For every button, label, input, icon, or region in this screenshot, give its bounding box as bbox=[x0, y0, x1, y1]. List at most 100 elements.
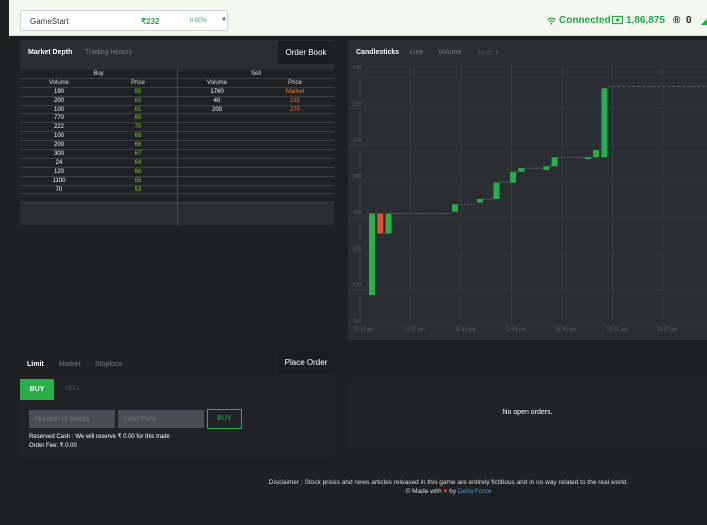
stock-change: 0.00% bbox=[190, 18, 208, 24]
limit-price-input[interactable] bbox=[118, 410, 204, 428]
sell-price: 270 bbox=[289, 106, 300, 113]
candle bbox=[493, 182, 500, 199]
buy-volume: 300 bbox=[53, 151, 64, 158]
place-order-button[interactable]: Place Order bbox=[278, 352, 334, 374]
candle bbox=[476, 199, 483, 203]
buy-price: 70 bbox=[134, 124, 142, 131]
x-tick-label: 12:07 am bbox=[657, 327, 678, 333]
buy-price: 80 bbox=[134, 115, 142, 122]
tab-limit[interactable]: Limit bbox=[27, 361, 44, 368]
buy-tab[interactable]: BUY bbox=[20, 379, 54, 400]
candle bbox=[518, 168, 525, 172]
order-fee-text: Order Fee: ₹ 0.00 bbox=[29, 443, 77, 449]
candle bbox=[385, 213, 392, 234]
tab-market-depth[interactable]: Market Depth bbox=[28, 49, 72, 56]
candle bbox=[510, 171, 517, 183]
x-tick-label: 11:43 pm bbox=[455, 327, 475, 333]
candlestick-chart[interactable]: 24022020018016014012010011:31 pm 11:37 pm… bbox=[348, 64, 707, 340]
chart-icon[interactable]: ◢ bbox=[701, 17, 707, 26]
buy-header: Buy bbox=[93, 71, 104, 77]
rank-value: 0 bbox=[686, 15, 692, 26]
candle bbox=[543, 166, 550, 170]
x-tick-label: 12:01 am bbox=[607, 327, 628, 333]
candle bbox=[369, 213, 375, 296]
column-header: Price bbox=[288, 79, 302, 86]
order-book-button[interactable]: Order Book bbox=[278, 41, 334, 64]
reserved-cash-text: Reserved Cash : We will reserve ₹ 0.00 f… bbox=[29, 434, 170, 440]
buy-volume: 200 bbox=[53, 142, 64, 149]
sell-price: Market bbox=[285, 88, 305, 95]
candle bbox=[377, 213, 384, 234]
buy-volume: 70 bbox=[55, 186, 63, 193]
buy-price: 68 bbox=[134, 142, 142, 149]
x-tick-label: 11:49 pm bbox=[506, 327, 526, 333]
top-bar: GameStart ₹232 0.00% ▼ Connected 1,86,87… bbox=[0, 0, 707, 36]
candle bbox=[584, 157, 591, 160]
open-orders-panel: No open orders. bbox=[348, 380, 707, 446]
column-header: Volume bbox=[206, 79, 227, 86]
buy-price: 55 bbox=[134, 177, 142, 184]
market-depth-panel: Market Depth Trading History Buy Sell Volu… bbox=[20, 40, 334, 225]
buy-volume: 120 bbox=[53, 168, 64, 175]
buy-price: 67 bbox=[134, 151, 142, 158]
candle bbox=[551, 157, 558, 167]
buy-price: 69 bbox=[134, 133, 142, 140]
tab-stoploss[interactable]: Stoploss bbox=[95, 361, 122, 368]
stock-price: ₹232 bbox=[141, 17, 160, 26]
delta-force-link[interactable]: Delta Force bbox=[458, 488, 492, 495]
cash-icon bbox=[612, 15, 624, 28]
chevron-down-icon[interactable]: ▼ bbox=[221, 17, 227, 23]
tab-trading-history[interactable]: Trading History bbox=[85, 49, 132, 56]
connection-status: Connected bbox=[559, 15, 611, 26]
buy-volume: 190 bbox=[53, 88, 64, 95]
tab-candlesticks[interactable]: Candlesticks bbox=[356, 49, 399, 56]
buy-price: 64 bbox=[134, 159, 142, 166]
rank-icon: ® bbox=[673, 15, 681, 26]
made-with-prefix: © Made with bbox=[405, 488, 442, 495]
by-text: by bbox=[449, 488, 457, 495]
sell-volume: 200 bbox=[211, 106, 222, 113]
buy-volume: 200 bbox=[53, 97, 64, 104]
buy-price: 53 bbox=[134, 186, 142, 193]
no-open-orders-text: No open orders. bbox=[502, 409, 553, 416]
column-header: Volume bbox=[48, 79, 69, 86]
candle bbox=[593, 150, 600, 158]
made-with-line: © Made with ♥ by Delta Force bbox=[0, 488, 707, 495]
buy-price: 81 bbox=[134, 106, 142, 113]
buy-price: 60 bbox=[134, 168, 142, 175]
sell-volume: 40 bbox=[213, 97, 221, 104]
order-book-divider bbox=[177, 70, 178, 225]
buy-volume: 770 bbox=[53, 115, 64, 122]
buy-volume: 24 bbox=[55, 159, 63, 166]
buy-volume: 100 bbox=[53, 106, 64, 113]
cash-balance: 1,86,875 bbox=[626, 15, 665, 26]
candle bbox=[452, 204, 458, 212]
column-header: Price bbox=[131, 79, 145, 86]
buy-volume: 222 bbox=[53, 124, 64, 131]
heart-icon: ♥ bbox=[443, 488, 448, 495]
chart-panel: Candlesticks Line Volume Tools ▾ 240 220 2… bbox=[348, 40, 707, 340]
stock-name: GameStart bbox=[30, 17, 69, 26]
sell-tab[interactable]: SELL bbox=[65, 386, 80, 392]
left-strip bbox=[0, 0, 9, 525]
tab-volume[interactable]: Volume bbox=[438, 49, 461, 56]
tab-tools[interactable]: Tools ▾ bbox=[477, 49, 499, 57]
x-tick-label: 11:37 pm bbox=[405, 327, 425, 333]
x-tick-label: 11:31 pm bbox=[354, 327, 374, 333]
disclaimer: Disclaimer : Stock prices and news artic… bbox=[268, 479, 629, 486]
wifi-icon bbox=[547, 17, 556, 27]
buy-volume: 100 bbox=[53, 133, 64, 140]
tab-line[interactable]: Line bbox=[410, 49, 423, 56]
x-tick-label: 11:55 pm bbox=[556, 327, 576, 333]
stock-selector[interactable]: GameStart ₹232 0.00% ▼ bbox=[20, 10, 228, 31]
tab-market[interactable]: Market bbox=[59, 361, 80, 368]
buy-button[interactable]: BUY bbox=[207, 409, 242, 429]
buy-price: 85 bbox=[134, 88, 142, 95]
buy-price: 82 bbox=[134, 97, 142, 104]
buy-volume: 1100 bbox=[52, 177, 66, 184]
sell-volume: 1760 bbox=[210, 88, 224, 95]
candle bbox=[601, 88, 608, 158]
sell-price: 232 bbox=[289, 97, 300, 104]
order-panel: BUY SELL BUY Reserved Cash : We will res… bbox=[20, 379, 334, 458]
number-of-stocks-input[interactable] bbox=[29, 410, 115, 428]
